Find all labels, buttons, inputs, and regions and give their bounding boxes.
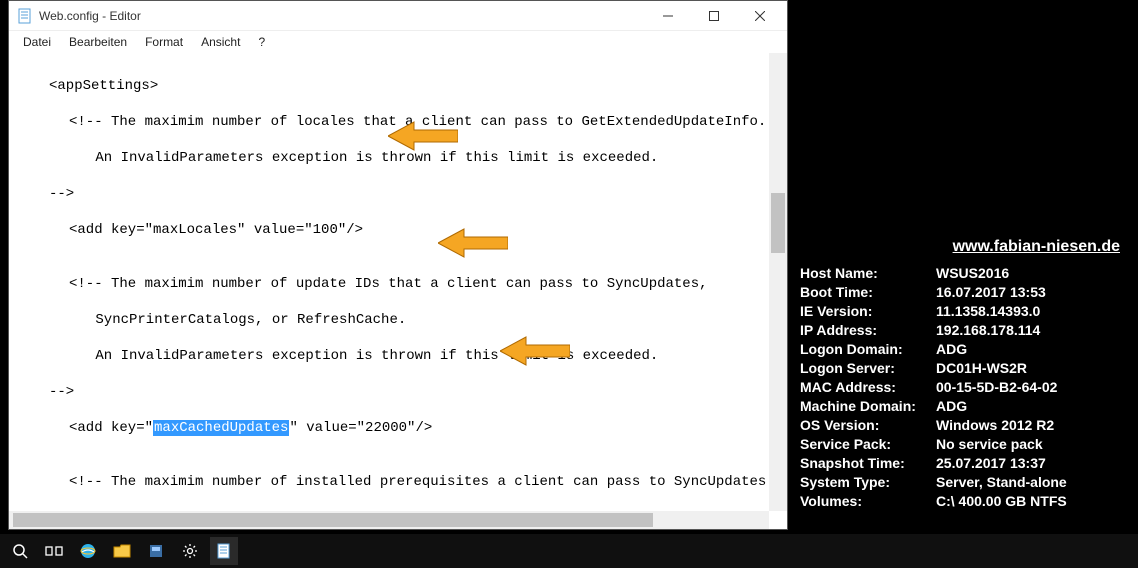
system-info-panel: www.fabian-niesen.de Host Name:WSUS2016B…	[800, 238, 1130, 511]
code-line: <!-- The maximim number of update IDs th…	[29, 275, 787, 293]
code-line: <!-- The maximim number of installed pre…	[29, 473, 787, 491]
info-row: Logon Server:DC01H-WS2R	[800, 359, 1130, 378]
notepad-file-icon	[17, 8, 33, 24]
info-label: Host Name:	[800, 264, 936, 283]
minimize-button[interactable]	[645, 1, 691, 31]
server-manager-icon[interactable]	[142, 537, 170, 565]
info-row: OS Version:Windows 2012 R2	[800, 416, 1130, 435]
code-line: <!-- The maximim number of locales that …	[29, 113, 787, 131]
info-value: C:\ 400.00 GB NTFS	[936, 492, 1130, 511]
menu-edit[interactable]: Bearbeiten	[61, 33, 135, 51]
window-title: Web.config - Editor	[39, 9, 645, 23]
info-value: Server, Stand-alone	[936, 473, 1130, 492]
info-row: Snapshot Time:25.07.2017 13:37	[800, 454, 1130, 473]
search-icon[interactable]	[6, 537, 34, 565]
close-button[interactable]	[737, 1, 783, 31]
horizontal-scrollbar[interactable]	[9, 511, 769, 529]
info-row: Boot Time:16.07.2017 13:53	[800, 283, 1130, 302]
info-label: IP Address:	[800, 321, 936, 340]
info-label: Volumes:	[800, 492, 936, 511]
info-value: 11.1358.14393.0	[936, 302, 1130, 321]
info-label: Boot Time:	[800, 283, 936, 302]
titlebar[interactable]: Web.config - Editor	[9, 1, 787, 31]
info-row: Volumes:C:\ 400.00 GB NTFS	[800, 492, 1130, 511]
info-label: Logon Server:	[800, 359, 936, 378]
notepad-taskbar-icon[interactable]	[210, 537, 238, 565]
editor-textarea[interactable]: <appSettings> <!-- The maximim number of…	[9, 53, 787, 529]
info-value: No service pack	[936, 435, 1130, 454]
info-value: DC01H-WS2R	[936, 359, 1130, 378]
info-row: System Type:Server, Stand-alone	[800, 473, 1130, 492]
info-label: Machine Domain:	[800, 397, 936, 416]
code-line: SyncPrinterCatalogs, or RefreshCache.	[29, 311, 787, 329]
info-row: IE Version:11.1358.14393.0	[800, 302, 1130, 321]
info-value: 00-15-5D-B2-64-02	[936, 378, 1130, 397]
menu-view[interactable]: Ansicht	[193, 33, 248, 51]
scroll-thumb[interactable]	[771, 193, 785, 253]
info-value: ADG	[936, 397, 1130, 416]
info-label: System Type:	[800, 473, 936, 492]
code-line: -->	[29, 383, 787, 401]
maximize-button[interactable]	[691, 1, 737, 31]
code-line: An InvalidParameters exception is thrown…	[29, 347, 787, 365]
info-label: IE Version:	[800, 302, 936, 321]
info-label: Logon Domain:	[800, 340, 936, 359]
info-value: 25.07.2017 13:37	[936, 454, 1130, 473]
info-label: MAC Address:	[800, 378, 936, 397]
file-explorer-icon[interactable]	[108, 537, 136, 565]
code-line: <appSettings>	[29, 77, 787, 95]
code-line: <add key="maxLocales" value="100"/>	[29, 221, 787, 239]
info-row: Logon Domain:ADG	[800, 340, 1130, 359]
settings-icon[interactable]	[176, 537, 204, 565]
info-url[interactable]: www.fabian-niesen.de	[800, 238, 1130, 256]
menu-help[interactable]: ?	[250, 33, 273, 51]
ie-icon[interactable]	[74, 537, 102, 565]
info-value: 192.168.178.114	[936, 321, 1130, 340]
menu-file[interactable]: Datei	[15, 33, 59, 51]
code-line: <add key="maxCachedUpdates" value="22000…	[29, 419, 787, 437]
info-rows: Host Name:WSUS2016Boot Time:16.07.2017 1…	[800, 264, 1130, 511]
scroll-thumb[interactable]	[13, 513, 653, 527]
selected-text: maxCachedUpdates	[153, 420, 289, 436]
info-value: Windows 2012 R2	[936, 416, 1130, 435]
info-value: WSUS2016	[936, 264, 1130, 283]
menu-format[interactable]: Format	[137, 33, 191, 51]
info-row: MAC Address:00-15-5D-B2-64-02	[800, 378, 1130, 397]
vertical-scrollbar[interactable]	[769, 53, 787, 511]
info-row: IP Address:192.168.178.114	[800, 321, 1130, 340]
code-line: An InvalidParameters exception is thrown…	[29, 149, 787, 167]
info-row: Host Name:WSUS2016	[800, 264, 1130, 283]
info-value: ADG	[936, 340, 1130, 359]
editor-window: Web.config - Editor Datei Bearbeiten For…	[8, 0, 788, 530]
taskbar	[0, 534, 1138, 568]
info-label: OS Version:	[800, 416, 936, 435]
info-label: Snapshot Time:	[800, 454, 936, 473]
menubar: Datei Bearbeiten Format Ansicht ?	[9, 31, 787, 53]
info-row: Service Pack:No service pack	[800, 435, 1130, 454]
info-label: Service Pack:	[800, 435, 936, 454]
info-row: Machine Domain:ADG	[800, 397, 1130, 416]
code-line: -->	[29, 185, 787, 203]
task-view-icon[interactable]	[40, 537, 68, 565]
info-value: 16.07.2017 13:53	[936, 283, 1130, 302]
